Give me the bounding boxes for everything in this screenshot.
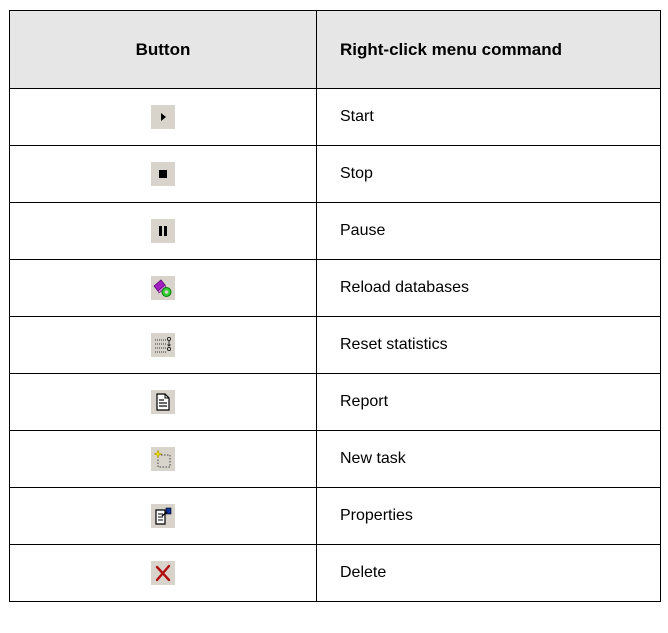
table-row: Stop [9,145,661,203]
button-cell [9,259,317,317]
header-command: Right-click menu command [316,10,661,89]
command-label: Pause [316,202,661,260]
command-label: Start [316,88,661,146]
table-row: Reset statistics [9,316,661,374]
table-row: Report [9,373,661,431]
button-cell [9,430,317,488]
play-icon [151,105,175,129]
button-cell [9,487,317,545]
pause-icon [151,219,175,243]
command-label: New task [316,430,661,488]
button-cell [9,316,317,374]
table-header-row: Button Right-click menu command [9,10,661,89]
command-label: Properties [316,487,661,545]
button-cell [9,202,317,260]
button-cell [9,373,317,431]
button-cell [9,145,317,203]
stop-icon [151,162,175,186]
command-label: Delete [316,544,661,602]
delete-icon [151,561,175,585]
report-icon [151,390,175,414]
reload-databases-icon [151,276,175,300]
new-task-icon [151,447,175,471]
header-button: Button [9,10,317,89]
table-row: Reload databases [9,259,661,317]
table-row: Start [9,88,661,146]
command-label: Reload databases [316,259,661,317]
command-label: Stop [316,145,661,203]
command-label: Report [316,373,661,431]
table-row: Properties [9,487,661,545]
commands-table: Button Right-click menu command Start St… [9,10,661,602]
table-row: Delete [9,544,661,602]
button-cell [9,88,317,146]
table-row: New task [9,430,661,488]
properties-icon [151,504,175,528]
button-cell [9,544,317,602]
command-label: Reset statistics [316,316,661,374]
reset-statistics-icon [151,333,175,357]
table-row: Pause [9,202,661,260]
